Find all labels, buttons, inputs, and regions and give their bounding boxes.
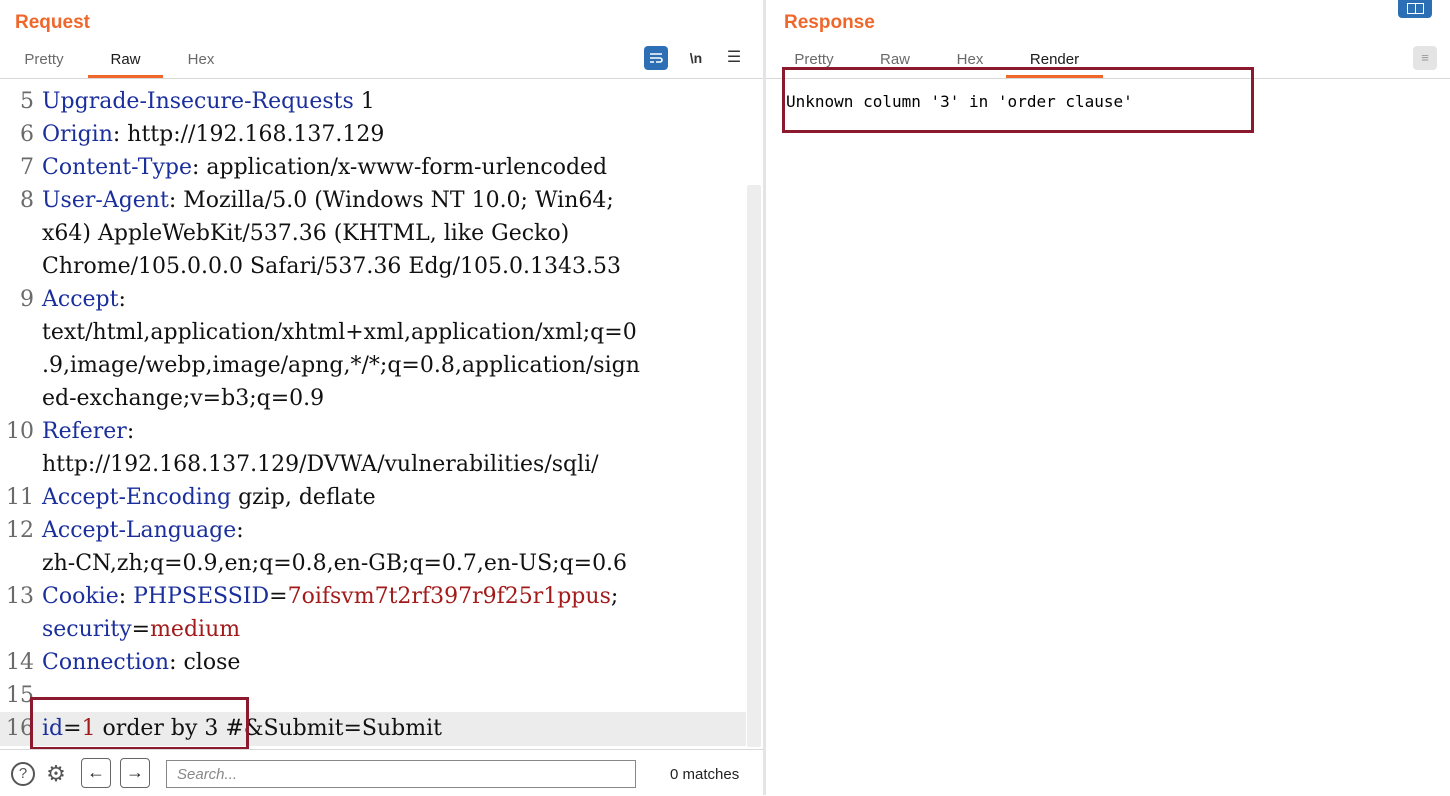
token-rest: : — [118, 287, 126, 312]
tab-pretty[interactable]: Pretty — [14, 48, 74, 76]
match-count: 0 matches — [670, 766, 740, 783]
token-rest: http://192.168.137.129/DVWA/vulnerabilit… — [42, 452, 599, 477]
line-content: .9,image/webp,image/apng,*/*;q=0.8,appli… — [42, 349, 640, 382]
help-icon[interactable]: ? — [11, 762, 35, 786]
token-rest: x64) AppleWebKit/537.36 (KHTML, like Gec… — [42, 221, 570, 246]
newline-toggle-button[interactable]: \n — [684, 46, 708, 70]
token-rest: gzip, deflate — [231, 485, 376, 510]
line-content: Connection: close — [42, 646, 240, 679]
token-tail: ; — [610, 584, 619, 609]
search-bar: ? ⚙ ← → 0 matches — [0, 749, 763, 796]
back-button[interactable]: ← — [81, 758, 111, 788]
line-content: zh-CN,zh;q=0.9,en;q=0.8,en-GB;q=0.7,en-U… — [42, 547, 627, 580]
line-number: 16 — [6, 716, 34, 741]
token-k2: PHPSESSID — [133, 584, 270, 609]
line-content: Upgrade-Insecure-Requests 1 — [42, 85, 375, 118]
token-rest: .9,image/webp,image/apng,*/*;q=0.8,appli… — [42, 353, 640, 378]
line-content: Origin: http://192.168.137.129 — [42, 118, 384, 151]
line-content: text/html,application/xhtml+xml,applicat… — [42, 316, 637, 349]
line-number: 11 — [6, 485, 34, 510]
line-content: x64) AppleWebKit/537.36 (KHTML, like Gec… — [42, 217, 569, 250]
line-content: Content-Type: application/x-www-form-url… — [42, 151, 607, 184]
token-rest: zh-CN,zh;q=0.9,en;q=0.8,en-GB;q=0.7,en-U… — [42, 551, 628, 576]
token-key: Accept-Encoding — [42, 485, 232, 510]
line-content: Accept: — [42, 283, 126, 316]
settings-gear-icon[interactable]: ⚙ — [44, 762, 68, 786]
search-input[interactable] — [166, 760, 636, 788]
line-number: 5 — [20, 89, 34, 114]
payload-highlight-box — [30, 697, 249, 750]
wrap-lines-icon[interactable]: ≡ — [1413, 46, 1437, 70]
token-key: Upgrade-Insecure-Requests — [42, 89, 354, 114]
token-key: security — [42, 617, 132, 642]
token-rest: : — [126, 419, 135, 444]
wrap-lines-icon[interactable] — [644, 46, 668, 70]
request-pane: Request Pretty Raw Hex \n ☰ 5 Upgrade-Ins… — [0, 0, 763, 796]
token-rest: 1 — [353, 89, 375, 114]
token-key: Referer — [42, 419, 127, 444]
line-content: Accept-Language: — [42, 514, 244, 547]
token-v2: medium — [150, 617, 241, 642]
line-content: http://192.168.137.129/DVWA/vulnerabilit… — [42, 448, 599, 481]
token-rest: Chrome/105.0.0.0 Safari/537.36 Edg/105.0… — [42, 254, 621, 279]
token-key: Connection — [42, 650, 170, 675]
error-highlight-box — [782, 67, 1254, 133]
line-content: security=medium — [42, 613, 240, 646]
token-rest: : close — [169, 650, 241, 675]
token-eq: = — [131, 617, 151, 642]
line-content: User-Agent: Mozilla/5.0 (Windows NT 10.0… — [42, 184, 614, 217]
token-rest: : http://192.168.137.129 — [112, 122, 385, 147]
token-key: Accept — [42, 287, 119, 312]
layout-toggle-icon[interactable] — [1398, 0, 1432, 18]
token-key: User-Agent — [42, 188, 169, 213]
response-pane: Response Pretty Raw Hex Render ≡ Unknown… — [766, 0, 1450, 795]
line-number: 14 — [6, 650, 34, 675]
line-content: Cookie: PHPSESSID=7oifsvm7t2rf397r9f25r1… — [42, 580, 618, 613]
line-number: 9 — [20, 287, 34, 312]
token-rest: : application/x-www-form-urlencoded — [191, 155, 608, 180]
request-title: Request — [15, 12, 90, 33]
request-editor[interactable]: 5 Upgrade-Insecure-Requests 1 6 Origin: htt… — [0, 80, 763, 747]
line-number: 8 — [20, 188, 34, 213]
response-title: Response — [784, 12, 875, 33]
token-rest: ed-exchange;v=b3;q=0.9 — [42, 386, 325, 411]
line-content: ed-exchange;v=b3;q=0.9 — [42, 382, 324, 415]
tab-hex[interactable]: Hex — [176, 48, 226, 76]
token-rest: : — [118, 584, 134, 609]
token-rest: : Mozilla/5.0 (Windows NT 10.0; Win64; — [168, 188, 614, 213]
line-number: 6 — [20, 122, 34, 147]
editor-scrollbar[interactable] — [747, 185, 761, 747]
line-content: Chrome/105.0.0.0 Safari/537.36 Edg/105.0… — [42, 250, 621, 283]
token-v2: 7oifsvm7t2rf397r9f25r1ppus — [287, 584, 611, 609]
line-number: 7 — [20, 155, 34, 180]
token-rest: : — [236, 518, 244, 543]
menu-icon[interactable]: ☰ — [722, 46, 746, 70]
tab-raw[interactable]: Raw — [88, 48, 163, 78]
forward-button[interactable]: → — [120, 758, 150, 788]
token-key: Cookie — [42, 584, 119, 609]
token-eq: = — [269, 584, 288, 609]
line-number: 10 — [6, 419, 34, 444]
token-key: Accept-Language — [42, 518, 237, 543]
line-content: Referer: — [42, 415, 134, 448]
line-number: 12 — [6, 518, 34, 543]
token-key: Origin — [42, 122, 113, 147]
token-rest: text/html,application/xhtml+xml,applicat… — [42, 320, 637, 345]
token-key: Content-Type — [42, 155, 192, 180]
line-content: Accept-Encoding gzip, deflate — [42, 481, 376, 514]
line-number: 15 — [6, 683, 34, 708]
line-number: 13 — [6, 584, 34, 609]
